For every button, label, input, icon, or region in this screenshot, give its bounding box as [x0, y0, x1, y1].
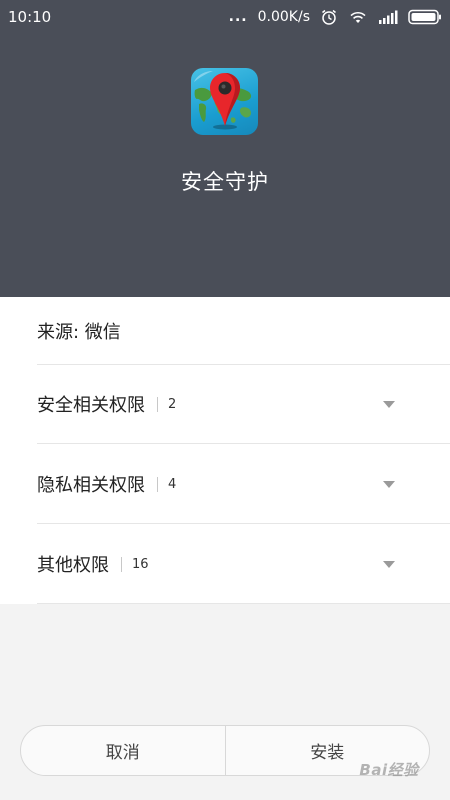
- permission-label: 其他权限: [37, 555, 109, 576]
- chevron-down-icon[interactable]: [383, 401, 395, 408]
- permission-label: 安全相关权限: [37, 395, 145, 416]
- install-screen: 10:10 ... 0.00K/s 安全守护 来源: 微信 安全相关权限 2 隐…: [0, 0, 450, 800]
- separator: [121, 556, 122, 572]
- cancel-button[interactable]: 取消: [21, 726, 225, 775]
- battery-icon: [408, 9, 442, 25]
- status-right: ... 0.00K/s: [229, 8, 442, 26]
- permission-count: 16: [132, 556, 149, 572]
- separator: [157, 396, 158, 412]
- wifi-icon: [348, 9, 368, 25]
- permission-count: 2: [168, 396, 177, 412]
- alarm-icon: [320, 8, 338, 26]
- permission-label: 隐私相关权限: [37, 475, 145, 496]
- app-icon: [191, 68, 258, 135]
- source-label: 来源: 微信: [37, 321, 121, 343]
- status-time: 10:10: [8, 8, 52, 26]
- permission-group-other[interactable]: 其他权限 16: [37, 525, 450, 604]
- install-details: 来源: 微信 安全相关权限 2 隐私相关权限 4 其他权限 16: [0, 297, 450, 604]
- permission-group-security[interactable]: 安全相关权限 2: [37, 365, 450, 444]
- chevron-down-icon[interactable]: [383, 481, 395, 488]
- signal-icon: [378, 10, 398, 24]
- source-row: 来源: 微信: [37, 297, 450, 365]
- chevron-down-icon[interactable]: [383, 561, 395, 568]
- permission-group-privacy[interactable]: 隐私相关权限 4: [37, 445, 450, 524]
- status-bar: 10:10 ... 0.00K/s: [0, 0, 450, 34]
- network-speed: 0.00K/s: [257, 9, 310, 25]
- separator: [157, 476, 158, 492]
- status-dots: ...: [228, 9, 248, 25]
- permission-count: 4: [168, 476, 177, 492]
- map-pin-globe-icon: [194, 71, 252, 130]
- app-header: 10:10 ... 0.00K/s 安全守护: [0, 0, 450, 297]
- watermark: Bai经验: [359, 760, 419, 779]
- app-name: 安全守护: [181, 170, 269, 194]
